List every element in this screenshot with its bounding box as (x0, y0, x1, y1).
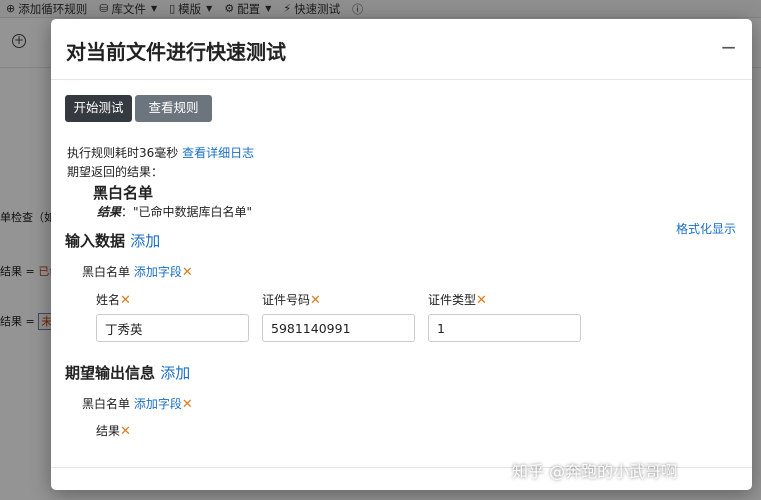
input-object-row: 黑白名单 添加字段✕ (82, 265, 193, 280)
field-label-name: 姓名✕ (96, 293, 131, 308)
field-label-id-type: 证件类型✕ (428, 293, 487, 308)
expected-output-section-title: 期望输出信息 添加 (65, 364, 191, 382)
view-rule-tree-button[interactable]: 查看规则树 (135, 95, 212, 142)
remove-field-icon[interactable]: ✕ (120, 424, 131, 439)
minimize-icon[interactable]: − (720, 35, 737, 59)
expected-result-label: 期望返回的结果： (67, 165, 164, 179)
format-display-link[interactable]: 格式化显示 (676, 220, 736, 237)
remove-field-icon[interactable]: ✕ (310, 293, 321, 308)
output-field-result: 结果✕ (96, 424, 131, 439)
result-value-line: 结果："已命中数据库白名单" (97, 205, 253, 219)
add-input-link[interactable]: 添加 (130, 232, 160, 250)
add-field-link[interactable]: 添加字段 (134, 265, 182, 279)
result-object-name: 黑白名单 (93, 184, 154, 202)
quick-test-modal: 对当前文件进行快速测试 − 开始测试 查看规则树 执行规则耗时36毫秒 查看详细… (51, 19, 752, 490)
watermark-text: 知乎 @奔跑的小武哥啊 (512, 462, 678, 481)
execution-time: 执行规则耗时36毫秒 查看详细日志 (67, 146, 255, 160)
add-output-field-link[interactable]: 添加字段 (134, 397, 182, 411)
remove-object-icon[interactable]: ✕ (182, 265, 193, 280)
input-data-section-title: 输入数据 添加 (65, 232, 161, 250)
modal-title: 对当前文件进行快速测试 (66, 40, 286, 64)
modal-header: 对当前文件进行快速测试 − (51, 19, 752, 80)
id-number-input[interactable] (262, 314, 415, 342)
start-test-button[interactable]: 开始测试 (65, 95, 132, 122)
name-input[interactable] (96, 314, 249, 342)
remove-field-icon[interactable]: ✕ (120, 293, 131, 308)
remove-object-icon[interactable]: ✕ (182, 397, 193, 412)
output-object-row: 黑白名单 添加字段✕ (82, 397, 193, 412)
view-log-link[interactable]: 查看详细日志 (182, 146, 254, 160)
id-type-input[interactable] (428, 314, 581, 342)
add-output-link[interactable]: 添加 (160, 364, 190, 382)
remove-field-icon[interactable]: ✕ (476, 293, 487, 308)
field-label-id-number: 证件号码✕ (262, 293, 321, 308)
